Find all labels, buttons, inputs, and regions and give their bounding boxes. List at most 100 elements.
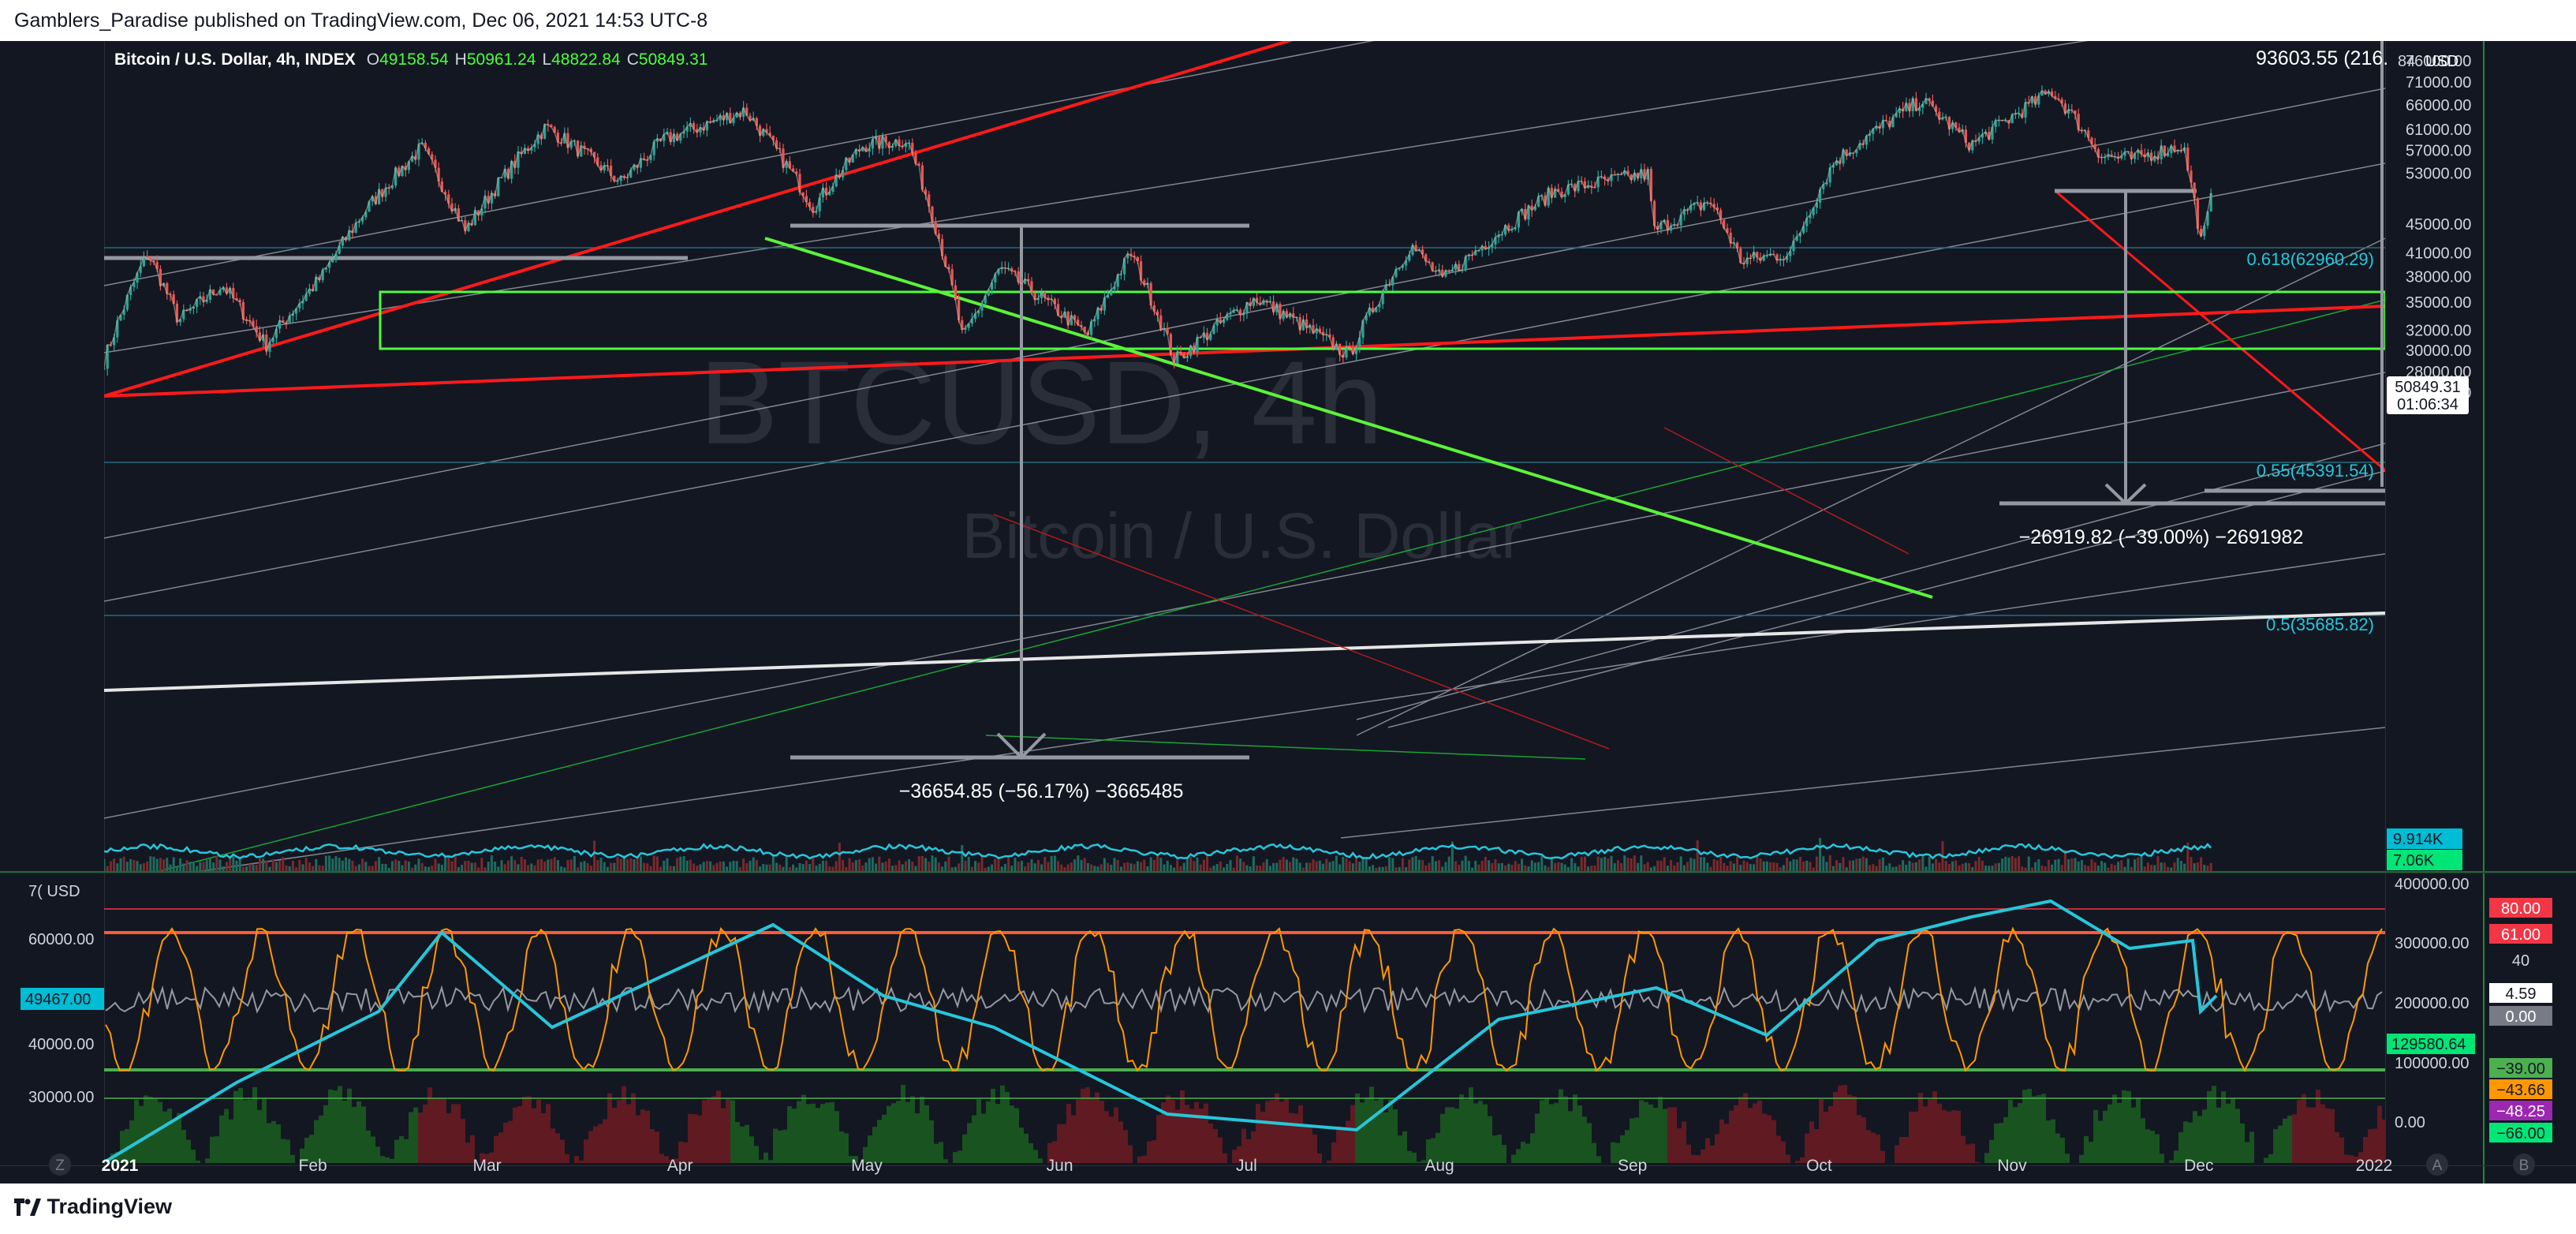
volume-bar xyxy=(1802,861,1805,871)
volume-bar xyxy=(483,867,487,871)
indicator-right-tick: 200000.00 xyxy=(2395,995,2470,1012)
indicator-bar xyxy=(1582,1116,1587,1163)
indicator-bar xyxy=(1909,1112,1913,1163)
volume-bar xyxy=(1696,840,1699,871)
volume-bar xyxy=(241,866,245,871)
volume-bar xyxy=(202,862,205,871)
indicator-bar xyxy=(2297,1099,2302,1163)
indicator-bar xyxy=(593,1126,598,1163)
volume-bar xyxy=(1869,865,1872,871)
volume-bar xyxy=(133,859,136,871)
volume-bar xyxy=(785,857,788,871)
volume-bar xyxy=(520,856,523,871)
volume-bar xyxy=(1554,862,1557,871)
volume-bar xyxy=(633,859,636,871)
volume-bar xyxy=(2130,866,2133,871)
indicator-bar xyxy=(1459,1094,1464,1163)
volume-bar xyxy=(848,858,851,871)
indicator-bar xyxy=(210,1136,215,1163)
volume-bar xyxy=(1805,860,1809,871)
indicator-bar xyxy=(1166,1095,1170,1163)
tradingview-logo[interactable]: TradingView xyxy=(14,1195,172,1219)
volume-bar xyxy=(351,861,354,871)
a-button-label[interactable]: A xyxy=(2432,1157,2443,1174)
volume-bar xyxy=(1335,855,1338,871)
indicator-bar xyxy=(972,1115,976,1163)
volume-bar xyxy=(2190,857,2193,871)
indicator-bar xyxy=(191,1150,196,1163)
volume-bar xyxy=(1762,861,1765,871)
volume-bar xyxy=(185,860,189,871)
indicator-bar xyxy=(953,1152,958,1163)
indicator-bar xyxy=(238,1088,243,1163)
indicator-bar xyxy=(1128,1145,1133,1163)
indicator-bar xyxy=(697,1115,702,1163)
volume-bar xyxy=(550,858,553,871)
indicator-bar xyxy=(361,1106,366,1163)
volume-bar xyxy=(1140,862,1143,871)
volume-bar xyxy=(1815,856,1818,871)
indicator-bar xyxy=(2126,1090,2131,1163)
indicator-bar xyxy=(834,1111,839,1163)
indicator-bar xyxy=(659,1154,664,1163)
volume-bar xyxy=(315,858,318,871)
volume-bar xyxy=(573,855,576,871)
volume-bar xyxy=(2110,863,2113,871)
axis-currency[interactable]: USD xyxy=(2425,53,2458,70)
volume-bar xyxy=(1858,858,1861,871)
volume-bar xyxy=(1679,856,1682,871)
volume-bar xyxy=(503,864,506,871)
price-axis[interactable]: 76000.0071000.0066000.0061000.0057000.00… xyxy=(2406,53,2471,402)
volume-bar xyxy=(1570,858,1574,871)
volume-bar xyxy=(1239,858,1242,871)
indicator-bar xyxy=(437,1098,442,1163)
volume-bar xyxy=(2193,863,2196,871)
volume-bar xyxy=(547,859,550,871)
indicator-bar xyxy=(830,1101,834,1163)
volume-bar xyxy=(759,866,762,871)
volume-bar xyxy=(533,865,536,871)
volume-bar xyxy=(1232,867,1235,871)
volume-bar xyxy=(652,855,655,871)
indicator-bar xyxy=(286,1139,290,1163)
volume-bar xyxy=(1431,856,1434,871)
volume-bar xyxy=(2074,858,2077,871)
volume-bar xyxy=(2170,867,2173,871)
volume-bar xyxy=(129,858,133,871)
volume-bar xyxy=(1223,867,1226,871)
volume-bar xyxy=(1676,862,1679,871)
volume-bar xyxy=(1318,860,1321,871)
indicator-bar xyxy=(1279,1101,1284,1163)
volume-bar xyxy=(1911,862,1914,871)
indicator-bar xyxy=(2037,1094,2041,1163)
indicator-bar xyxy=(617,1100,622,1163)
volume-bar xyxy=(222,866,225,871)
time-tick: 2021 xyxy=(102,1157,139,1175)
indicator-bar xyxy=(555,1133,560,1163)
volume-bar xyxy=(1812,867,1815,871)
indicator-bar xyxy=(215,1136,219,1163)
indicator-bar xyxy=(1147,1141,1152,1163)
indicator-bar xyxy=(1317,1153,1322,1163)
indicator-bar xyxy=(1563,1096,1568,1163)
indicator-bar xyxy=(2065,1154,2070,1163)
indicator-bar xyxy=(177,1112,181,1163)
volume-bar xyxy=(1063,867,1066,871)
z-button-label[interactable]: Z xyxy=(55,1157,65,1174)
volume-bar xyxy=(371,866,374,871)
indicator-left-tick: 30000.00 xyxy=(28,1089,94,1106)
volume-bar xyxy=(125,862,129,871)
indicator-bar xyxy=(2178,1131,2183,1163)
price-chart[interactable]: BTCUSD, 4h Bitcoin / U.S. Dollar 0.618(6… xyxy=(0,41,2576,1184)
indicator-bar xyxy=(1137,1156,1142,1163)
b-button-label[interactable]: B xyxy=(2519,1157,2529,1174)
indicator-bar xyxy=(612,1108,617,1163)
volume-bar xyxy=(2027,856,2030,871)
indicator-bar xyxy=(357,1101,361,1163)
volume-bar xyxy=(599,858,603,871)
indicator-bar xyxy=(981,1113,986,1163)
volume-bar xyxy=(663,860,666,871)
symbol-legend[interactable]: Bitcoin / U.S. Dollar, 4h, INDEX O49158.5… xyxy=(114,50,707,69)
indicator-bar xyxy=(1838,1085,1842,1163)
volume-bar xyxy=(1593,865,1596,871)
